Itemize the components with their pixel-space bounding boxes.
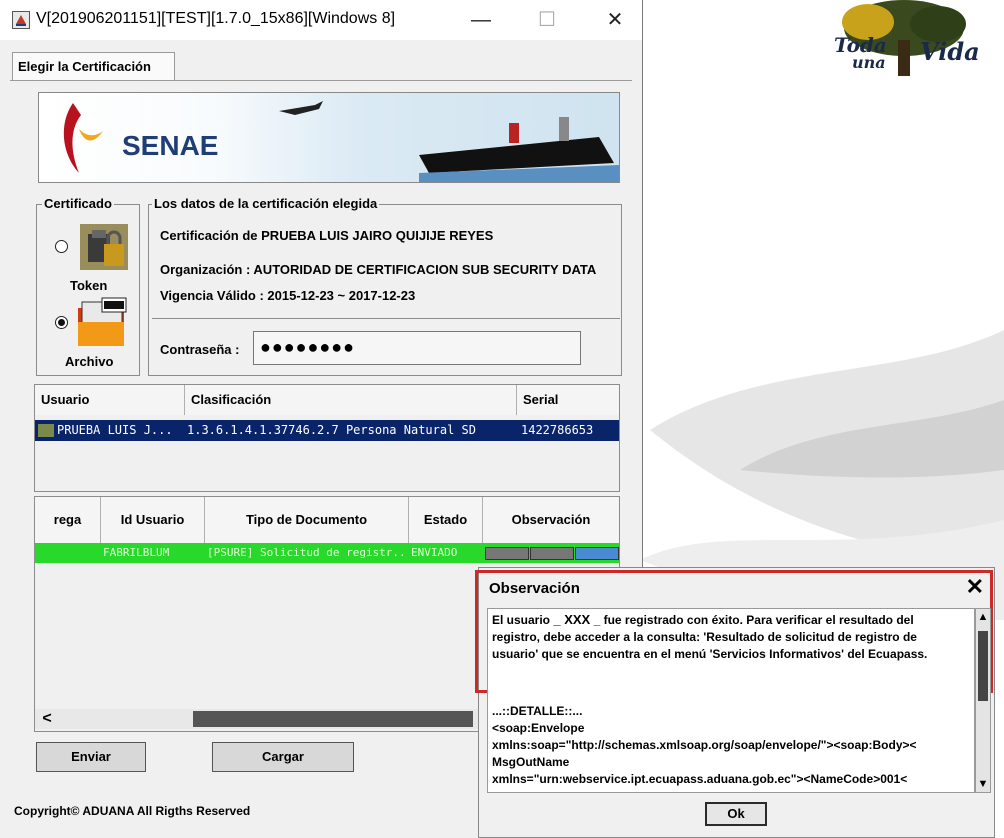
cell-clasificacion: 1.3.6.1.4.1.37746.2.7 Persona Natural SD [187, 423, 476, 437]
col-serial[interactable]: Serial [517, 385, 619, 415]
obs-indicator-1[interactable] [485, 547, 529, 560]
logo-text-3: Vida [920, 37, 980, 66]
certificate-table: Usuario Clasificación Serial PRUEBA LUIS… [34, 384, 620, 492]
dialog-message-area[interactable]: El usuario _ XXX _ fue registrado con éx… [487, 608, 975, 793]
title-bar[interactable]: V[201906201151][TEST][1.7.0_15x86][Windo… [0, 0, 642, 40]
scroll-up-icon[interactable]: ▲ [976, 609, 990, 625]
maximize-button[interactable]: ☐ [524, 0, 570, 40]
enviar-button[interactable]: Enviar [36, 742, 146, 772]
cell-tipo-documento: [PSURE] Solicitud de registr... [207, 546, 407, 559]
table-row[interactable]: FABRILBLUM [PSURE] Solicitud de registr.… [35, 543, 619, 563]
token-label: Token [70, 278, 108, 293]
col-clasificacion[interactable]: Clasificación [185, 385, 517, 415]
scroll-left-icon[interactable]: < [37, 709, 57, 729]
scroll-down-icon[interactable]: ▼ [976, 776, 990, 792]
obs-indicator-3[interactable] [575, 547, 619, 560]
observacion-dialog: Observación ✕ El usuario _ XXX _ fue reg… [475, 567, 995, 838]
detail-line: xmlns:soap="http://schemas.xmlsoap.org/s… [492, 738, 917, 752]
cert-name: Certificación de PRUEBA LUIS JAIRO QUIJI… [160, 228, 494, 243]
password-label: Contraseña : [160, 342, 240, 357]
password-field[interactable]: ●●●●●●●● [253, 331, 581, 365]
obs-indicator-2[interactable] [530, 547, 574, 560]
scroll-thumb[interactable] [193, 711, 473, 727]
col-id-usuario[interactable]: Id Usuario [101, 497, 205, 543]
tab-elegir-certificacion[interactable]: Elegir la Certificación [12, 52, 175, 80]
detail-line: xmlns="urn:webservice.ipt.ecuapass.aduan… [492, 772, 908, 786]
cell-estado: ENVIADO [411, 546, 458, 559]
certificado-legend: Certificado [42, 196, 114, 211]
dialog-title: Observación [489, 580, 580, 597]
cell-id-usuario: FABRILBLUM [103, 546, 170, 559]
col-entrega[interactable]: rega [35, 497, 101, 543]
cert-organization: Organización : AUTORIDAD DE CERTIFICACIO… [160, 262, 597, 277]
dialog-vertical-scrollbar[interactable]: ▲ ▼ [975, 608, 991, 793]
table-row[interactable]: PRUEBA LUIS J... 1.3.6.1.4.1.37746.2.7 P… [35, 420, 619, 441]
java-app-icon [12, 11, 30, 29]
window-title: V[201906201151][TEST][1.7.0_15x86][Windo… [36, 10, 396, 27]
senae-brand: SENAE [122, 130, 219, 161]
col-observacion[interactable]: Observación [483, 497, 619, 543]
archivo-radio[interactable] [55, 316, 68, 329]
col-estado[interactable]: Estado [409, 497, 483, 543]
dialog-scroll-thumb[interactable] [978, 631, 988, 701]
logo-text-2: una [852, 53, 886, 72]
col-tipo-documento[interactable]: Tipo de Documento [205, 497, 409, 543]
detail-line: MsgOutName [492, 755, 570, 769]
dialog-message: El usuario _ XXX _ fue registrado con éx… [492, 611, 962, 663]
cargar-button[interactable]: Cargar [212, 742, 354, 772]
cell-usuario: PRUEBA LUIS J... [57, 423, 173, 437]
file-icon [72, 296, 128, 348]
minimize-button[interactable]: — [458, 0, 504, 40]
certificate-icon [38, 424, 54, 437]
copyright-footer: Copyright© ADUANA All Rigths Reserved [14, 804, 251, 818]
close-button[interactable]: ✕ [592, 0, 638, 40]
toda-una-vida-logo: Toda una Vida [828, 0, 980, 80]
archivo-label: Archivo [65, 354, 114, 369]
detail-line: ...::DETALLE::... [492, 704, 583, 718]
cert-validity: Vigencia Válido : 2015-12-23 ~ 2017-12-2… [160, 288, 416, 303]
dialog-close-icon[interactable]: ✕ [966, 574, 984, 600]
cert-data-legend: Los datos de la certificación elegida [152, 196, 380, 211]
message-prefix: El usuario [492, 613, 551, 627]
dialog-detail: ...::DETALLE::... <soap:Envelope xmlns:s… [492, 703, 966, 788]
token-radio[interactable] [55, 240, 68, 253]
ok-button[interactable]: Ok [705, 802, 767, 826]
detail-line: <soap:Envelope [492, 721, 585, 735]
message-user: _ XXX [553, 612, 591, 627]
cell-serial: 1422786653 [521, 423, 594, 437]
token-icon [78, 222, 130, 272]
cert-separator [152, 318, 620, 319]
col-usuario[interactable]: Usuario [35, 385, 185, 415]
